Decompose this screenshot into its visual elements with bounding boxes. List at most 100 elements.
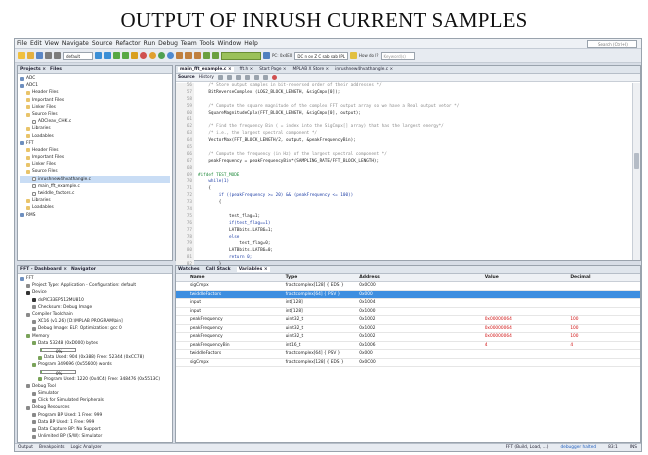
tree-item[interactable]: Source Files	[20, 168, 170, 175]
col-type[interactable]: Type	[286, 275, 360, 280]
back-icon[interactable]	[217, 75, 223, 80]
record-macro-icon[interactable]	[271, 75, 277, 80]
tree-item[interactable]: Libraries	[20, 125, 170, 132]
new-file-icon[interactable]	[18, 52, 25, 59]
editor-scrollbar[interactable]	[632, 83, 640, 260]
code-line[interactable]: 58	[176, 96, 632, 104]
tab-variables[interactable]: Variables ×	[236, 267, 270, 272]
tree-item[interactable]: Data Capture BP: No Support	[20, 426, 170, 433]
tree-item[interactable]: Simulator	[20, 390, 170, 397]
code-line[interactable]: 60 SquareMagnitudeCplx(FFT_BLOCK_LENGTH,…	[176, 110, 632, 118]
uncomment-icon[interactable]	[262, 75, 268, 80]
build-icon[interactable]	[95, 52, 102, 59]
code-line[interactable]: 77 LATBbits.LATB6=1;	[176, 227, 632, 235]
step-out-icon[interactable]	[194, 52, 201, 59]
code-line[interactable]: 70 while(1)	[176, 179, 632, 187]
code-line[interactable]: 65	[176, 145, 632, 152]
tab-navigator[interactable]: Navigator	[71, 267, 96, 272]
comment-icon[interactable]	[253, 75, 259, 80]
variable-row[interactable]: twiddleFactors fractcomplex[64] { PSV } 0x…	[176, 350, 640, 359]
tree-item[interactable]: RMS	[20, 212, 170, 219]
tree-item[interactable]: Source Files	[20, 111, 170, 118]
search-input[interactable]: Search (Ctrl+I)	[587, 40, 637, 48]
program-icon[interactable]	[131, 52, 138, 59]
tree-item[interactable]: Debug Image: ELF: Optimization: gcc 0	[20, 325, 170, 332]
clean-build-icon[interactable]	[104, 52, 111, 59]
tree-item[interactable]: Data Used: 904 (0x388) Free: 52344 (0xCC…	[20, 354, 170, 361]
variable-row[interactable]: twiddleFactors fractcomplex[64] { PSV } 0x…	[176, 290, 640, 299]
col-address[interactable]: Address	[359, 275, 484, 280]
logic-analyzer-tab[interactable]: Logic Analyzer	[71, 445, 102, 450]
code-line[interactable]: 76 if(test_flag==1)	[176, 220, 632, 228]
variable-row[interactable]: peakFrequencyBin int16_t 0x1006 4 4	[176, 342, 640, 350]
continue-icon[interactable]	[158, 52, 165, 59]
scrollbar-thumb[interactable]	[634, 153, 639, 169]
tree-item[interactable]: Important Files	[20, 154, 170, 161]
open-icon[interactable]	[27, 52, 34, 59]
code-line[interactable]: 67 peakFrequency = peakFrequencyBin*(SAM…	[176, 158, 632, 166]
code-area[interactable]: 56 /* Store output samples in bit-revers…	[176, 83, 632, 311]
debug-icon[interactable]	[122, 52, 129, 59]
tree-item[interactable]: Program 349696 (0x55600) words	[20, 361, 170, 368]
tab-watches[interactable]: Watches	[178, 267, 200, 272]
variable-row[interactable]: input int[128] 0x1000	[176, 308, 640, 316]
code-line[interactable]: 73 {	[176, 200, 632, 208]
tree-item[interactable]: Data BP Used: 1 Free: 999	[20, 419, 170, 426]
code-line[interactable]: 59 /* Compute the square magnitude of th…	[176, 103, 632, 111]
tree-item[interactable]: main_fft_example.c	[20, 183, 170, 190]
menu-item-refactor[interactable]: Refactor	[115, 40, 140, 47]
step-into-icon[interactable]	[185, 52, 192, 59]
tree-item[interactable]: Debug Resources	[20, 404, 170, 411]
history-tab[interactable]: History	[199, 75, 214, 80]
reset-icon[interactable]	[167, 52, 174, 59]
variable-row[interactable]: peakFrequency uint32_t 0x1002 0x00000064 100	[176, 333, 640, 342]
menu-item-view[interactable]: View	[45, 40, 59, 47]
code-line[interactable]: 81 return 0;	[176, 255, 632, 263]
code-line[interactable]: 64 VectorMax(FFT_BLOCK_LENGTH/2, output,…	[176, 138, 632, 146]
tree-item[interactable]: Debug Tool	[20, 383, 170, 390]
tree-item[interactable]: inrushnew4hvathangle.c	[20, 175, 170, 183]
run-icon[interactable]	[113, 52, 120, 59]
tree-item[interactable]: Compiler Toolchain	[20, 311, 170, 318]
tree-item[interactable]: ADC1	[20, 82, 170, 89]
tree-item[interactable]: Click for Simulated Peripherals	[20, 397, 170, 404]
tree-item[interactable]: Header Files	[20, 147, 170, 154]
code-line[interactable]: 75 test_flag=1;	[176, 213, 632, 221]
find-icon[interactable]	[235, 75, 241, 80]
source-tab[interactable]: Source	[178, 75, 195, 80]
breakpoints-tab[interactable]: Breakpoints	[39, 445, 65, 450]
menu-item-source[interactable]: Source	[92, 40, 113, 47]
tree-item[interactable]: XC16 (v1.26) [D:\MPLAB PROGRAM\bin]	[20, 318, 170, 325]
col-decimal[interactable]: Decimal	[570, 275, 640, 280]
code-line[interactable]: 72 if ((peakFrequency >= 20) && (peakFre…	[176, 193, 632, 201]
menu-item-navigate[interactable]: Navigate	[62, 40, 89, 47]
menu-item-file[interactable]: File	[17, 40, 27, 47]
tree-item[interactable]: 0%	[20, 347, 170, 354]
tree-item[interactable]: Device	[20, 289, 170, 296]
tree-item[interactable]: Loadables	[20, 133, 170, 140]
forward-icon[interactable]	[226, 75, 232, 80]
editor-tab[interactable]: inrushnew4hvathangle.c ×	[335, 67, 393, 72]
tree-item[interactable]: Project Type: Application - Configuratio…	[20, 282, 170, 289]
save-icon[interactable]	[36, 52, 43, 59]
menu-item-window[interactable]: Window	[218, 40, 242, 47]
step-over-icon[interactable]	[176, 52, 183, 59]
tree-item[interactable]: Linker Files	[20, 161, 170, 168]
tree-item[interactable]: twiddle_factors.c	[20, 190, 170, 197]
tab-files[interactable]: Files	[50, 67, 62, 72]
tree-item[interactable]: FFT	[20, 275, 170, 282]
code-line[interactable]: 57 BitReverseComplex (LOG2_BLOCK_LENGTH,…	[176, 89, 632, 97]
set-pc-icon[interactable]	[212, 52, 219, 59]
tree-item[interactable]: dsPIC33EP512MU810	[20, 297, 170, 304]
tab-dashboard[interactable]: FFT - Dashboard ×	[20, 267, 67, 272]
output-tab[interactable]: Output	[18, 445, 33, 450]
tree-item[interactable]: Data 53248 (0xD000) bytes	[20, 340, 170, 347]
tree-item[interactable]: Header Files	[20, 89, 170, 96]
config-select[interactable]: default	[63, 51, 93, 60]
variable-row[interactable]: sigCmpx fractcomplex[128] { EDS } 0x0C00	[176, 282, 640, 291]
menu-item-debug[interactable]: Debug	[158, 40, 178, 47]
tree-item[interactable]: Linker Files	[20, 104, 170, 111]
tab-call-stack[interactable]: Call Stack	[206, 267, 231, 272]
code-line[interactable]: 56 /* Store output samples in bit-revers…	[176, 83, 632, 90]
menu-item-tools[interactable]: Tools	[200, 40, 215, 47]
